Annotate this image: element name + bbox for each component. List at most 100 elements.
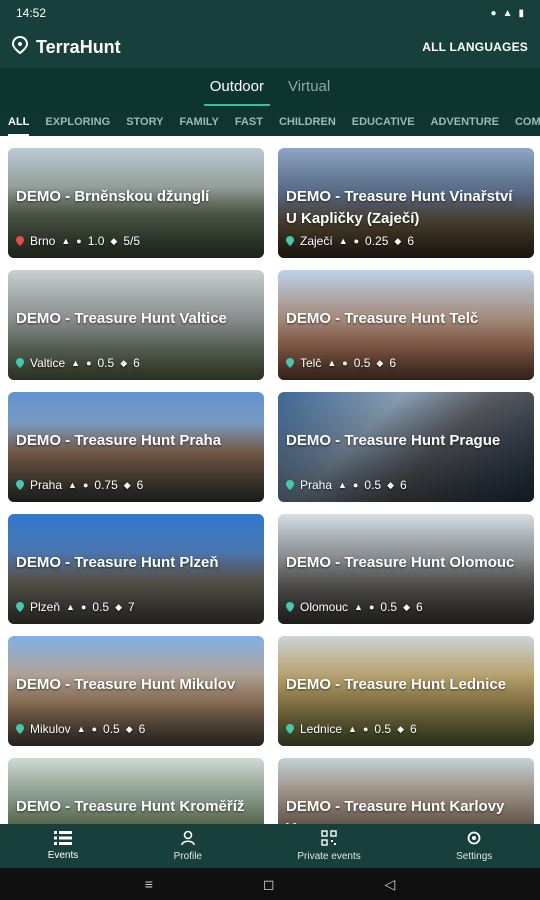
mode-tabs: Outdoor Virtual <box>0 68 540 108</box>
event-place: Valtice <box>30 356 66 370</box>
location-pin-icon <box>286 358 294 368</box>
event-distance: 0.5 <box>380 600 398 614</box>
event-card[interactable]: DEMO - Treasure Hunt Lednice Lednice ▲ ● 0.5… <box>278 636 534 746</box>
event-card[interactable]: DEMO - Brněnskou džunglí Brno ▲ ● 1.0 ◆ 5/5 <box>8 148 264 258</box>
rating-icon: ◆ <box>387 479 394 490</box>
event-card[interactable]: DEMO - Treasure Hunt Mikulov Mikulov ▲ ● 0.5… <box>8 636 264 746</box>
home-icon[interactable]: ◻ <box>263 876 275 893</box>
event-card[interactable]: DEMO - Treasure Hunt Olomouc Olomouc ▲ ● 0.5… <box>278 514 534 624</box>
location-pin-icon <box>16 480 24 490</box>
event-card[interactable]: DEMO - Treasure Hunt Kroměříž <box>8 758 264 824</box>
event-card[interactable]: DEMO - Treasure Hunt Plzeň Plzeň ▲ ● 0.5 ◆ 7 <box>8 514 264 624</box>
difficulty-icon: ▲ <box>348 724 357 734</box>
language-selector[interactable]: ALL LANGUAGES <box>422 40 528 54</box>
event-meta: Telč ▲ ● 0.5 ◆ 6 <box>286 356 396 370</box>
distance-icon: ● <box>352 480 359 490</box>
event-card[interactable]: DEMO - Treasure Hunt Valtice Valtice ▲ ● 0.5… <box>8 270 264 380</box>
event-title: DEMO - Treasure Hunt Lednice <box>286 676 507 693</box>
nav-settings[interactable]: Settings <box>456 830 492 862</box>
location-status-icon: ● <box>490 7 497 19</box>
event-meta: Olomouc ▲ ● 0.5 ◆ 6 <box>286 600 423 614</box>
event-rating: 6 <box>416 600 423 614</box>
distance-icon: ● <box>91 724 98 734</box>
event-card[interactable]: DEMO - Treasure Hunt Prague Praha ▲ ● 0.5 ◆ 6 <box>278 392 534 502</box>
distance-icon: ● <box>342 358 348 368</box>
rating-icon: ◆ <box>403 601 410 612</box>
rating-icon: ◆ <box>115 601 122 612</box>
nav-settings-label: Settings <box>456 851 493 862</box>
event-distance: 0.25 <box>365 234 389 248</box>
event-card[interactable]: DEMO - Treasure Hunt Praha Praha ▲ ● 0.75 ◆ 6 <box>8 392 264 502</box>
event-rating: 6 <box>389 356 396 370</box>
tab-virtual[interactable]: Virtual <box>282 68 336 108</box>
difficulty-icon: ▲ <box>68 480 77 490</box>
category-adventure[interactable]: ADVENTURE <box>431 108 499 136</box>
event-card[interactable]: DEMO - Treasure Hunt Karlovy Vary <box>278 758 534 824</box>
event-title: DEMO - Treasure Hunt Vinařství U Kapličk… <box>286 188 513 227</box>
rating-icon: ◆ <box>123 479 131 490</box>
app-title: TerraHunt <box>36 36 121 57</box>
recents-icon[interactable]: ≡ <box>145 876 153 892</box>
rating-icon: ◆ <box>394 235 402 246</box>
difficulty-icon: ▲ <box>338 236 348 246</box>
category-more[interactable]: COM <box>515 108 540 136</box>
category-story[interactable]: STORY <box>126 108 163 136</box>
event-distance: 0.5 <box>364 478 382 492</box>
back-icon[interactable]: ◁ <box>385 876 396 893</box>
event-title: DEMO - Treasure Hunt Prague <box>286 432 501 449</box>
event-place: Praha <box>30 478 63 492</box>
brand: TerraHunt <box>11 35 121 59</box>
nav-private-events[interactable]: Private events <box>297 830 361 862</box>
event-place: Telč <box>300 356 322 370</box>
category-exploring[interactable]: EXPLORING <box>45 108 110 136</box>
status-bar: 14:52 ● ▲ ▮ <box>0 0 540 26</box>
event-title: DEMO - Treasure Hunt Praha <box>16 432 222 449</box>
event-rating: 6 <box>400 478 407 492</box>
status-icons: ● ▲ ▮ <box>491 8 524 19</box>
difficulty-icon: ▲ <box>327 358 337 368</box>
events-list[interactable]: DEMO - Brněnskou džunglí Brno ▲ ● 1.0 ◆ 5/5 DEM… <box>0 136 540 824</box>
battery-icon: ▮ <box>518 7 524 19</box>
location-pin-icon <box>16 724 24 734</box>
event-card[interactable]: DEMO - Treasure Hunt Vinařství U Kapličk… <box>278 148 534 258</box>
event-distance: 0.5 <box>374 722 392 736</box>
bottom-navigation: Events Profile Private events Settings <box>0 824 540 868</box>
event-title: DEMO - Treasure Hunt Plzeň <box>16 554 219 571</box>
difficulty-icon: ▲ <box>66 602 75 612</box>
event-rating: 6 <box>133 356 140 370</box>
category-family[interactable]: FAMILY <box>179 108 218 136</box>
distance-icon: ● <box>76 236 82 246</box>
event-title: DEMO - Treasure Hunt Mikulov <box>16 676 236 693</box>
event-rating: 6 <box>136 478 144 492</box>
event-meta: Mikulov ▲ ● 0.5 ◆ 6 <box>16 722 145 736</box>
category-children[interactable]: CHILDREN <box>279 108 336 136</box>
distance-icon: ● <box>362 724 369 734</box>
distance-icon: ● <box>86 358 92 368</box>
status-time: 14:52 <box>16 6 47 20</box>
nav-private-events-label: Private events <box>297 851 361 862</box>
category-educative[interactable]: EDUCATIVE <box>352 108 415 136</box>
rating-icon: ◆ <box>125 723 133 734</box>
tab-outdoor[interactable]: Outdoor <box>203 68 271 108</box>
event-meta: Zaječí ▲ ● 0.25 ◆ 6 <box>286 234 414 248</box>
event-place: Zaječí <box>300 234 333 248</box>
event-distance: 0.5 <box>92 600 110 614</box>
distance-icon: ● <box>368 602 375 612</box>
nav-profile-label: Profile <box>173 851 202 862</box>
event-distance: 0.5 <box>103 722 120 736</box>
location-pin-icon <box>16 358 24 368</box>
qr-icon <box>321 830 337 849</box>
nav-events[interactable]: Events <box>48 831 78 861</box>
event-card[interactable]: DEMO - Treasure Hunt Telč Telč ▲ ● 0.5 ◆ 6 <box>278 270 534 380</box>
event-distance: 1.0 <box>87 234 105 248</box>
event-place: Brno <box>30 234 56 248</box>
event-meta: Valtice ▲ ● 0.5 ◆ 6 <box>16 356 140 370</box>
location-pin-icon <box>286 236 294 246</box>
rating-icon: ◆ <box>397 723 405 734</box>
nav-profile[interactable]: Profile <box>174 830 202 862</box>
location-pin-icon <box>16 602 24 612</box>
category-fast[interactable]: FAST <box>235 108 263 136</box>
app-bar: TerraHunt ALL LANGUAGES <box>0 26 540 68</box>
category-all[interactable]: ALL <box>8 108 30 136</box>
location-pin-icon <box>16 236 24 246</box>
